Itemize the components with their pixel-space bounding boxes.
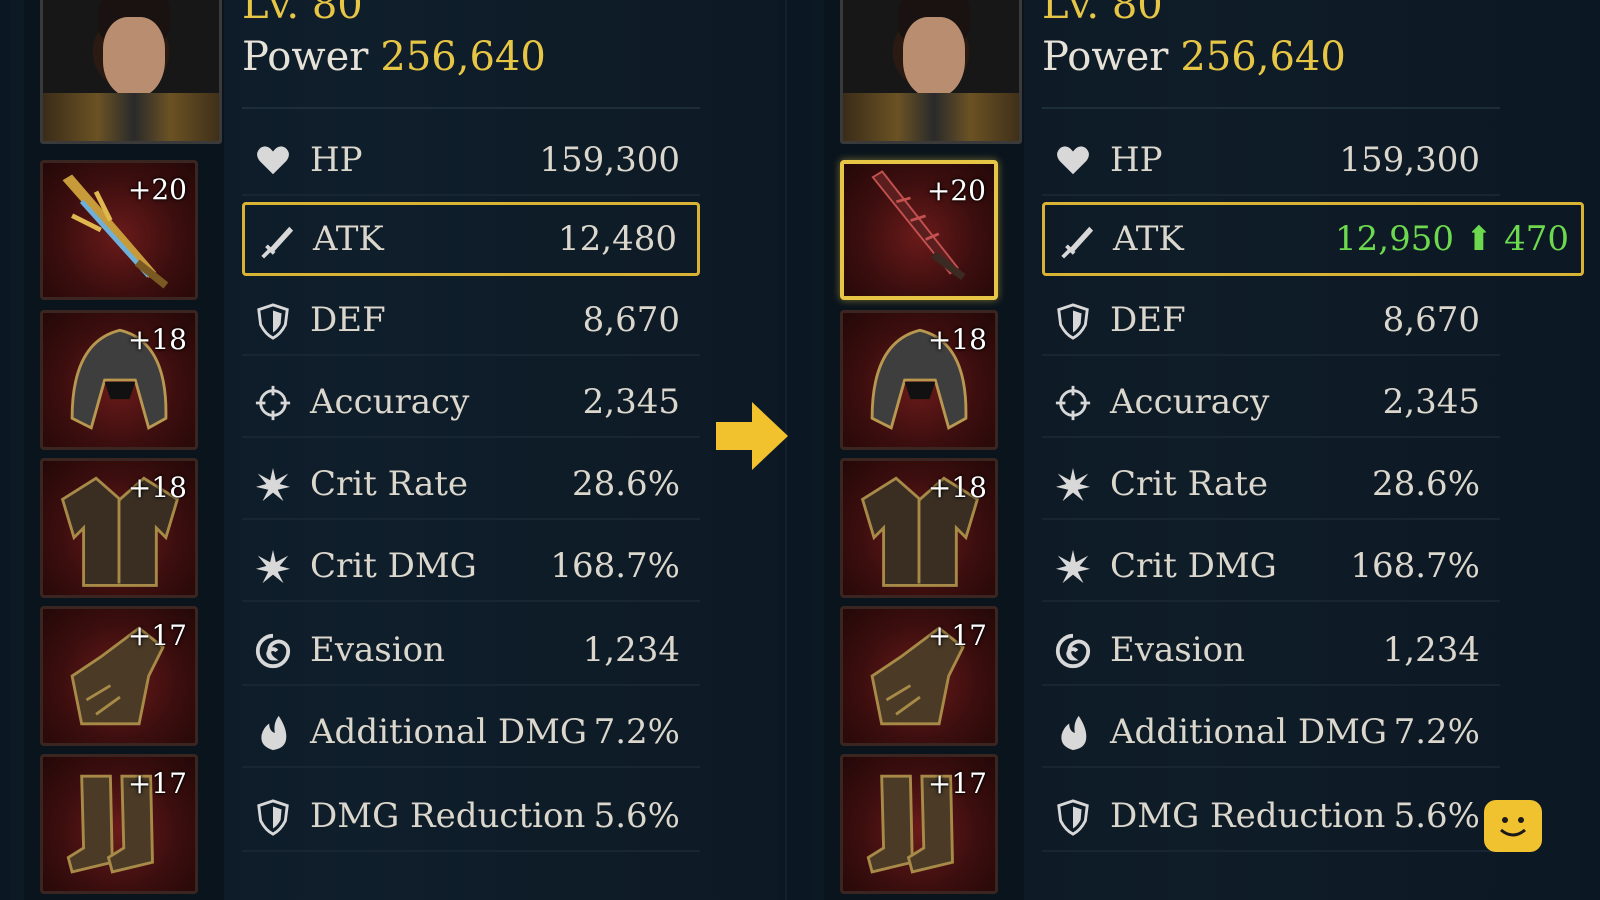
gear-slot-helmet[interactable]: +18 [40, 310, 198, 450]
gear-slot-boots[interactable]: +17 [840, 754, 998, 894]
gear-slot-gloves[interactable]: +17 [840, 606, 998, 746]
stat-row-def: DEF 8,670 [242, 284, 700, 356]
character-portrait[interactable] [840, 0, 1022, 144]
stat-row-additional-dmg: Additional DMG 7.2% [1042, 696, 1500, 768]
character-level: Lv. 80 [242, 0, 363, 28]
gear-slot-chest[interactable]: +18 [40, 458, 198, 598]
stat-row-def: DEF 8,670 [1042, 284, 1500, 356]
atk-increase-value: 12,950 ⬆ 470 [1335, 219, 1569, 259]
stat-row-crit-rate: Crit Rate 28.6% [242, 448, 700, 520]
heart-icon [257, 146, 289, 175]
stat-row-additional-dmg: Additional DMG 7.2% [242, 696, 700, 768]
enhance-level: +18 [127, 471, 187, 504]
flame-icon [261, 715, 287, 751]
star-burst-icon [255, 467, 291, 502]
heart-icon [1057, 146, 1089, 175]
flame-icon [1061, 715, 1087, 751]
power-label: Power [242, 34, 369, 80]
stat-row-crit-rate: Crit Rate 28.6% [1042, 448, 1500, 520]
stat-row-crit-dmg: Crit DMG 168.7% [242, 530, 700, 602]
gear-slot-chest[interactable]: +18 [840, 458, 998, 598]
equipment-column: +20 +18 +18 +17 +17 [824, 0, 1024, 900]
power-display: Power 256,640 [242, 34, 546, 80]
enhance-level: +20 [127, 173, 187, 206]
shield-icon [257, 303, 289, 340]
star-burst-icon [1055, 549, 1091, 584]
stat-row-dmg-reduction: DMG Reduction 5.6% [242, 780, 700, 852]
stat-row-evasion: Evasion 1,234 [242, 614, 700, 686]
sword-icon [261, 226, 294, 259]
stat-row-hp: HP 159,300 [242, 124, 700, 196]
enhance-level: +17 [927, 767, 987, 800]
enhance-level: +18 [927, 323, 987, 356]
crosshair-icon [255, 385, 291, 421]
enhance-level: +18 [127, 323, 187, 356]
enhance-level: +20 [926, 174, 986, 207]
shield-icon [1057, 303, 1089, 340]
gear-slot-helmet[interactable]: +18 [840, 310, 998, 450]
power-value: 256,640 [1180, 34, 1346, 80]
chat-button[interactable] [1484, 800, 1542, 852]
power-display: Power 256,640 [1042, 34, 1346, 80]
character-level: Lv. 80 [1042, 0, 1163, 28]
gear-slot-gloves[interactable]: +17 [40, 606, 198, 746]
stat-row-hp: HP 159,300 [1042, 124, 1500, 196]
after-panel: +20 +18 +18 +17 +17 Lv. 80 Power 256,640… [810, 0, 1584, 900]
stat-row-accuracy: Accuracy 2,345 [1042, 366, 1500, 438]
stat-row-atk: ATK 12,950 ⬆ 470 [1042, 202, 1584, 276]
gear-slot-weapon[interactable]: +20 [840, 160, 998, 300]
divider [242, 107, 700, 109]
enhance-level: +18 [927, 471, 987, 504]
sword-icon [1061, 226, 1094, 259]
enhance-level: +17 [927, 619, 987, 652]
power-value: 256,640 [380, 34, 546, 80]
before-panel: +20 +18 +18 +17 +17 Lv. 80 Power 256,640… [10, 0, 778, 900]
enhance-level: +17 [127, 619, 187, 652]
shield-icon [257, 799, 289, 836]
stat-row-atk: ATK 12,480 [242, 202, 700, 276]
gear-slot-weapon[interactable]: +20 [40, 160, 198, 300]
stat-row-accuracy: Accuracy 2,345 [242, 366, 700, 438]
star-burst-icon [1055, 467, 1091, 502]
swirl-icon [255, 633, 291, 669]
character-portrait[interactable] [40, 0, 222, 144]
equipment-column: +20 +18 +18 +17 +17 [24, 0, 224, 900]
shield-icon [1057, 799, 1089, 836]
star-burst-icon [255, 549, 291, 584]
stat-row-crit-dmg: Crit DMG 168.7% [1042, 530, 1500, 602]
enhance-level: +17 [127, 767, 187, 800]
smiley-chat-icon [1500, 817, 1526, 837]
gear-slot-boots[interactable]: +17 [40, 754, 198, 894]
swirl-icon [1055, 633, 1091, 669]
power-label: Power [1042, 34, 1169, 80]
stat-row-evasion: Evasion 1,234 [1042, 614, 1500, 686]
crosshair-icon [1055, 385, 1091, 421]
stat-row-dmg-reduction: DMG Reduction 5.6% [1042, 780, 1500, 852]
divider [1042, 107, 1500, 109]
arrow-right-icon [716, 402, 788, 470]
